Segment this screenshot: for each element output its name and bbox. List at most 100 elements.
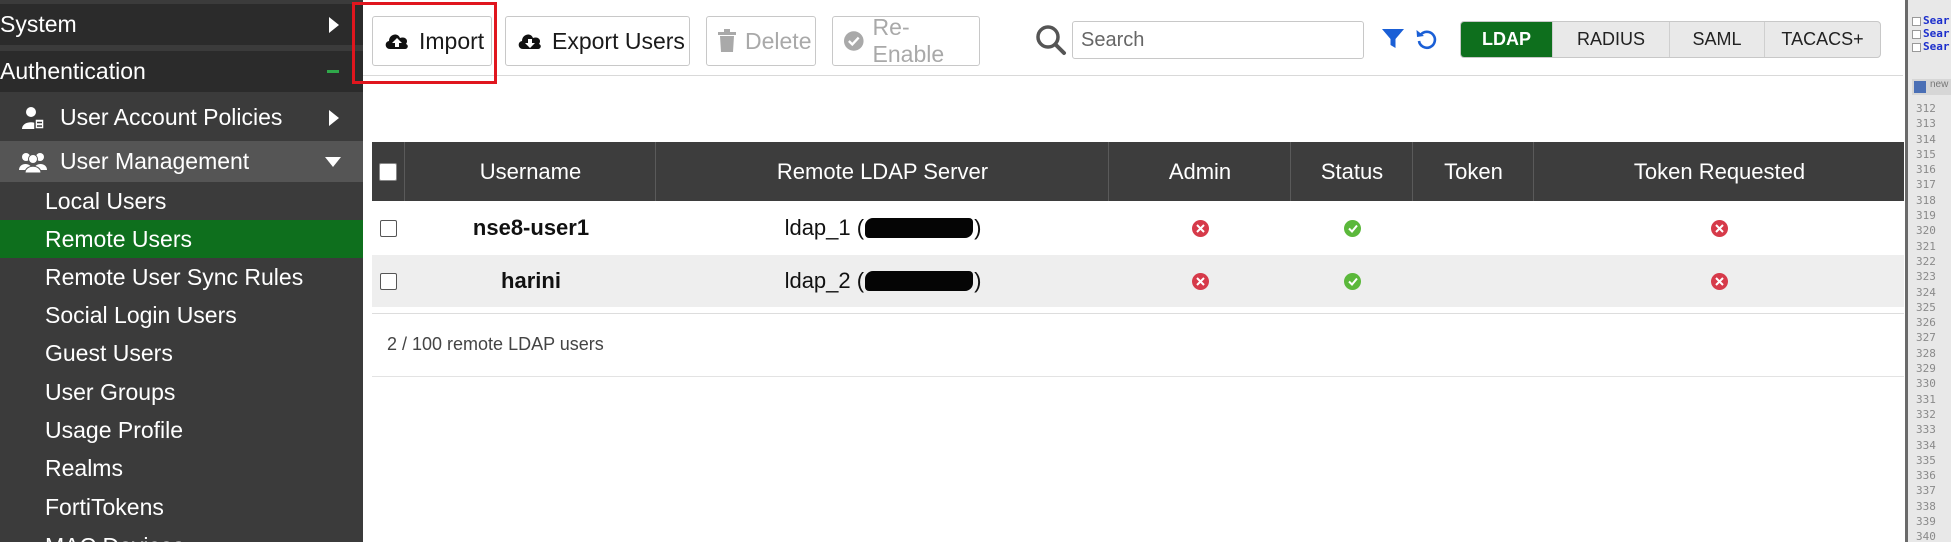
edge-link[interactable]: Sear bbox=[1912, 14, 1950, 27]
line-number: 324 bbox=[1916, 285, 1936, 299]
cloud-download-icon bbox=[518, 34, 541, 49]
token-requested-cell bbox=[1535, 255, 1904, 307]
sidebar-item-social-login-users[interactable]: Social Login Users bbox=[0, 296, 363, 334]
edge-side-panel: Sear Sear Sear new 312 313 314 315 316 317 318… bbox=[1905, 0, 1951, 542]
line-number: 340 bbox=[1916, 530, 1936, 542]
sidebar-item-label: Remote User Sync Rules bbox=[45, 263, 304, 290]
admin-cell bbox=[1110, 202, 1291, 254]
tab-radius[interactable]: RADIUS bbox=[1553, 22, 1670, 57]
tab-saml[interactable]: SAML bbox=[1670, 22, 1765, 57]
sidebar-item-label: Guest Users bbox=[45, 339, 173, 366]
line-number: 335 bbox=[1916, 453, 1936, 467]
sidebar: System Authentication User Account Polic… bbox=[0, 0, 363, 542]
column-header-username[interactable]: Username bbox=[406, 142, 656, 201]
edge-link[interactable]: Sear bbox=[1912, 27, 1950, 40]
sidebar-item-local-users[interactable]: Local Users bbox=[0, 182, 363, 220]
sidebar-item-label: MAC Devices bbox=[45, 533, 184, 542]
edge-new-bar[interactable]: new bbox=[1912, 79, 1951, 95]
delete-button[interactable]: Delete bbox=[706, 16, 816, 66]
footer-divider bbox=[372, 313, 1904, 314]
select-all-checkbox[interactable] bbox=[379, 162, 397, 181]
edge-link-label: Sear bbox=[1923, 40, 1950, 53]
status-ok-icon bbox=[1344, 219, 1361, 237]
column-header-admin[interactable]: Admin bbox=[1110, 142, 1291, 201]
column-header-token[interactable]: Token bbox=[1414, 142, 1534, 201]
sidebar-item-remote-users[interactable]: Remote Users bbox=[0, 220, 363, 258]
sidebar-item-label: User Management bbox=[60, 148, 250, 174]
edge-link[interactable]: Sear bbox=[1912, 40, 1950, 53]
sidebar-item-label: Usage Profile bbox=[45, 416, 184, 443]
admin-cell bbox=[1110, 255, 1291, 307]
tab-ldap[interactable]: LDAP bbox=[1461, 22, 1553, 57]
sidebar-item-label: System bbox=[0, 11, 77, 37]
line-number: 315 bbox=[1916, 147, 1936, 161]
column-header-token-requested[interactable]: Token Requested bbox=[1535, 142, 1904, 201]
sidebar-item-remote-user-sync-rules[interactable]: Remote User Sync Rules bbox=[0, 258, 363, 296]
line-number: 327 bbox=[1916, 331, 1936, 345]
expand-icon bbox=[1912, 29, 1921, 39]
token-requested-no-icon bbox=[1711, 219, 1728, 237]
footer-divider bbox=[372, 376, 1904, 377]
line-number: 332 bbox=[1916, 407, 1936, 421]
sidebar-item-label: Social Login Users bbox=[45, 301, 237, 328]
record-count: 2 / 100 remote LDAP users bbox=[387, 334, 604, 354]
status-cell bbox=[1292, 255, 1413, 307]
token-requested-no-icon bbox=[1711, 272, 1728, 290]
reset-icon[interactable] bbox=[1415, 27, 1439, 56]
table-row[interactable]: harini ldap_2 () bbox=[372, 255, 1904, 307]
column-header-remote-ldap-server[interactable]: Remote LDAP Server bbox=[657, 142, 1109, 201]
sidebar-item-label: Remote Users bbox=[45, 225, 192, 252]
line-number: 321 bbox=[1916, 239, 1936, 253]
row-checkbox[interactable] bbox=[380, 272, 397, 290]
username-cell: harini bbox=[501, 268, 561, 293]
users-icon bbox=[18, 149, 48, 175]
sidebar-item-user-account-policies[interactable]: User Account Policies bbox=[0, 95, 363, 140]
expand-icon bbox=[1912, 42, 1921, 52]
search-icon[interactable] bbox=[1035, 24, 1067, 56]
sidebar-item-fortitokens[interactable]: FortiTokens bbox=[0, 488, 363, 526]
table-row[interactable]: nse8-user1 ldap_1 () bbox=[372, 202, 1904, 254]
row-checkbox[interactable] bbox=[380, 219, 397, 237]
line-number: 316 bbox=[1916, 163, 1936, 177]
username-cell: nse8-user1 bbox=[472, 215, 590, 240]
edge-link-list: Sear Sear Sear bbox=[1908, 14, 1951, 54]
chevron-down-icon bbox=[325, 156, 341, 167]
select-all-cell bbox=[372, 142, 405, 201]
line-number: 322 bbox=[1916, 254, 1936, 268]
line-numbers: 312 313 314 315 316 317 318 319 320 321 322 323 324 3… bbox=[1916, 101, 1951, 542]
status-ok-icon bbox=[1344, 272, 1361, 290]
column-header-status[interactable]: Status bbox=[1292, 142, 1413, 201]
line-number: 319 bbox=[1916, 209, 1936, 223]
line-number: 333 bbox=[1916, 423, 1936, 437]
line-number: 338 bbox=[1916, 499, 1936, 513]
delete-label: Delete bbox=[745, 27, 812, 54]
line-number: 314 bbox=[1916, 132, 1936, 146]
sidebar-item-label: Realms bbox=[45, 454, 123, 481]
tab-tacacs[interactable]: TACACS+ bbox=[1765, 22, 1880, 57]
line-number: 320 bbox=[1916, 224, 1936, 238]
search-input[interactable] bbox=[1072, 21, 1364, 59]
line-number: 337 bbox=[1916, 484, 1936, 498]
sidebar-item-authentication[interactable]: Authentication bbox=[0, 51, 363, 92]
sidebar-item-mac-devices[interactable]: MAC Devices bbox=[0, 527, 363, 542]
token-cell bbox=[1414, 255, 1534, 307]
export-users-button[interactable]: Export Users bbox=[505, 16, 690, 66]
sidebar-item-realms[interactable]: Realms bbox=[0, 449, 363, 487]
sidebar-item-system[interactable]: System bbox=[0, 4, 363, 45]
chevron-right-icon bbox=[329, 109, 339, 126]
filter-icon[interactable] bbox=[1381, 28, 1405, 55]
sidebar-item-guest-users[interactable]: Guest Users bbox=[0, 334, 363, 372]
sidebar-item-user-management[interactable]: User Management bbox=[0, 141, 363, 182]
expand-icon bbox=[1912, 16, 1921, 26]
re-enable-label: Re-Enable bbox=[872, 14, 945, 67]
re-enable-button[interactable]: Re-Enable bbox=[832, 14, 980, 67]
sidebar-item-user-groups[interactable]: User Groups bbox=[0, 373, 363, 411]
line-number: 336 bbox=[1916, 469, 1936, 483]
token-requested-cell bbox=[1535, 202, 1904, 254]
import-highlight-box bbox=[352, 2, 497, 84]
server-close-paren: ) bbox=[974, 215, 982, 240]
chevron-right-icon bbox=[329, 16, 339, 33]
line-number: 328 bbox=[1916, 346, 1936, 360]
edge-new-label: new bbox=[1930, 79, 1949, 90]
sidebar-item-usage-profile[interactable]: Usage Profile bbox=[0, 411, 363, 449]
